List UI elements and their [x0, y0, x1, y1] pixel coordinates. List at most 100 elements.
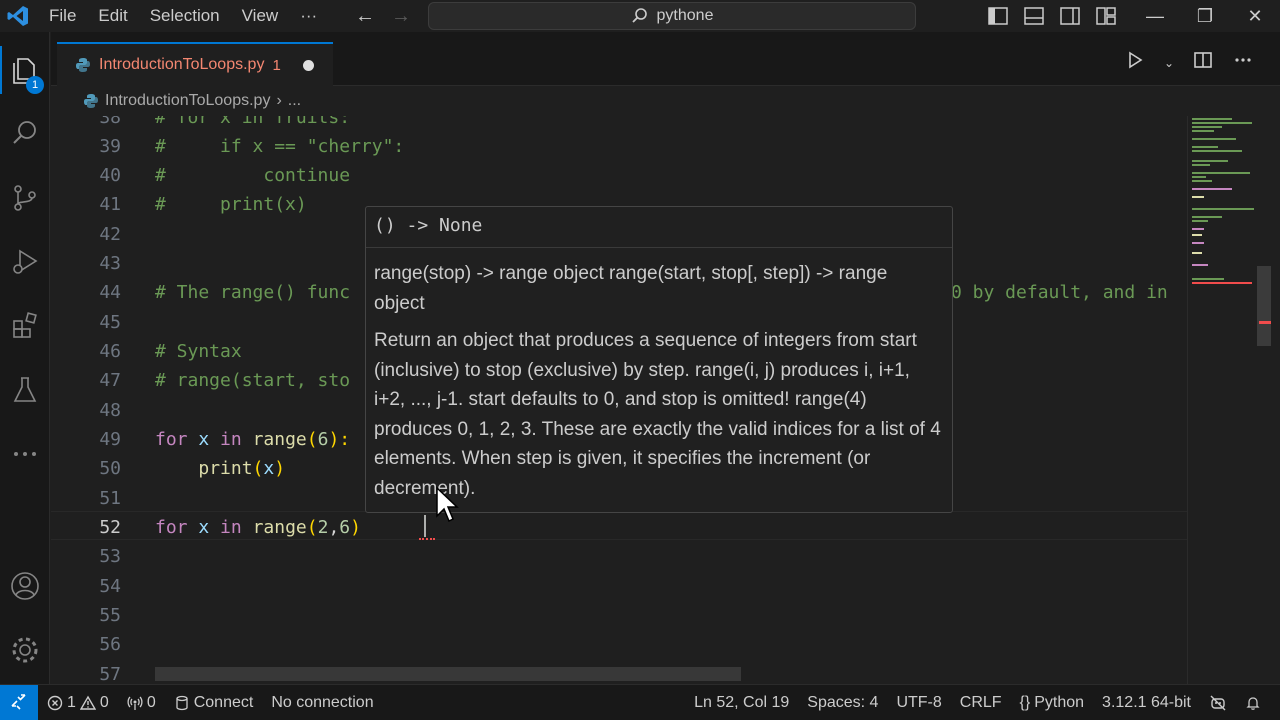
tab-introduction-to-loops[interactable]: IntroductionToLoops.py 1 [57, 42, 333, 86]
search-text: pythone [656, 7, 714, 24]
more-actions-button[interactable] [1230, 50, 1256, 76]
code-line-46: # Syntax [155, 341, 242, 362]
indentation-label: Spaces: 4 [807, 694, 879, 711]
minimap-line [1192, 264, 1208, 266]
minimap-line [1192, 188, 1232, 190]
restore-button[interactable]: ❐ [1180, 0, 1230, 32]
line-number: 38 [99, 116, 121, 128]
minimize-button[interactable]: — [1130, 0, 1180, 32]
notifications-button[interactable] [1236, 695, 1270, 711]
more-views-button[interactable] [0, 430, 50, 478]
vscode-logo-icon [7, 6, 28, 26]
function-range: range [252, 517, 307, 538]
play-icon [1129, 51, 1143, 69]
line-number: 56 [99, 634, 121, 655]
chevron-right-icon: › [276, 92, 282, 109]
paren-close: ) [274, 458, 286, 479]
connect-label: Connect [193, 693, 254, 711]
search-view-button[interactable] [0, 109, 50, 157]
language-mode[interactable]: {} Python [1011, 694, 1094, 712]
code-line-44: # The range() func [155, 282, 351, 303]
manage-button[interactable] [0, 626, 50, 674]
code-line-52: for x in range(2,6) [155, 513, 361, 542]
customize-layout-icon[interactable] [1094, 4, 1118, 28]
line-number: 50 [99, 458, 121, 479]
connect-button[interactable]: Connect [165, 694, 263, 712]
command-center-search[interactable]: pythone [428, 2, 916, 30]
breadcrumb-symbols[interactable]: ... [288, 92, 301, 110]
code-line-49: for x in range(6): [155, 425, 350, 454]
run-debug-button[interactable] [0, 238, 50, 286]
activity-bar: 1 [0, 32, 50, 684]
number-literal: 6 [339, 517, 351, 538]
vertical-scrollbar-thumb[interactable] [1257, 266, 1271, 346]
mouse-pointer-icon [436, 486, 459, 523]
ports-status[interactable]: 0 [118, 694, 165, 712]
testing-button[interactable] [0, 366, 50, 414]
breadcrumb-file[interactable]: IntroductionToLoops.py [105, 92, 270, 110]
bell-icon [1246, 697, 1260, 710]
menu-more[interactable]: ··· [289, 0, 328, 32]
minimap-line [1192, 150, 1242, 152]
code-line-39: # if x == "cherry": [155, 136, 405, 157]
comma: , [328, 517, 340, 538]
hover-doc-signatures: range(stop) -> range object range(start,… [374, 263, 888, 314]
encoding-status[interactable]: UTF-8 [887, 694, 950, 712]
broadcast-icon [127, 696, 143, 710]
keyword-in: in [220, 429, 242, 450]
code-line-41: # print(x) [155, 194, 307, 215]
close-button[interactable]: ✕ [1230, 0, 1280, 32]
toggle-panel-icon[interactable] [1022, 4, 1046, 28]
cursor-position[interactable]: Ln 52, Col 19 [685, 694, 798, 712]
toggle-secondary-sidebar-icon[interactable] [1058, 4, 1082, 28]
search-icon [631, 8, 647, 23]
python-file-icon [84, 94, 98, 108]
forward-arrow-icon[interactable]: → [388, 4, 414, 28]
menu-selection[interactable]: Selection [139, 0, 231, 32]
variable-x: x [198, 429, 210, 450]
error-squiggle [419, 536, 435, 540]
minimap-line [1192, 118, 1232, 120]
status-bar: 1 0 0 Connect No connection Ln 52, Col 1… [0, 684, 1280, 720]
line-number: 45 [99, 312, 121, 333]
connection-status[interactable]: No connection [262, 694, 382, 712]
problems-status[interactable]: 1 0 [38, 694, 118, 712]
run-debug-icon [13, 249, 38, 274]
unsaved-dot-icon[interactable] [302, 59, 314, 71]
paren-open: ( [306, 517, 318, 538]
menu-file[interactable]: File [38, 0, 87, 32]
indentation-status[interactable]: Spaces: 4 [798, 694, 887, 712]
extensions-button[interactable] [0, 302, 50, 350]
interpreter-status[interactable]: 3.12.1 64-bit [1093, 694, 1200, 712]
hover-documentation: range(stop) -> range object range(start,… [374, 259, 942, 511]
accounts-button[interactable] [0, 562, 50, 610]
horizontal-scrollbar[interactable] [155, 667, 741, 681]
error-count: 1 [67, 693, 76, 711]
breadcrumb: IntroductionToLoops.py › ... [51, 86, 1280, 116]
minimap-line [1192, 252, 1202, 254]
vertical-scrollbar[interactable] [1257, 116, 1271, 684]
ellipsis-icon [14, 452, 36, 456]
copilot-button[interactable] [1200, 694, 1236, 712]
error-marker [1259, 321, 1271, 324]
source-control-button[interactable] [0, 174, 50, 222]
minimap-line [1192, 242, 1204, 244]
line-number: 40 [99, 165, 121, 186]
toggle-primary-sidebar-icon[interactable] [986, 4, 1010, 28]
line-number: 46 [99, 341, 121, 362]
braces-icon: {} [1019, 694, 1031, 711]
back-arrow-icon[interactable]: ← [352, 4, 378, 28]
copilot-disabled-icon [1210, 695, 1226, 711]
run-file-button[interactable] [1122, 50, 1148, 76]
menu-view[interactable]: View [231, 0, 290, 32]
explorer-badge: 1 [26, 76, 44, 94]
explorer-button[interactable]: 1 [0, 46, 50, 94]
split-editor-button[interactable] [1190, 50, 1216, 76]
menu-edit[interactable]: Edit [87, 0, 138, 32]
minimap-line [1192, 164, 1210, 166]
eol-status[interactable]: CRLF [951, 694, 1011, 712]
minimap[interactable] [1187, 116, 1257, 684]
remote-indicator-button[interactable] [0, 684, 38, 720]
run-options-dropdown[interactable]: ⌄ [1162, 50, 1176, 76]
line-number: 48 [99, 400, 121, 421]
